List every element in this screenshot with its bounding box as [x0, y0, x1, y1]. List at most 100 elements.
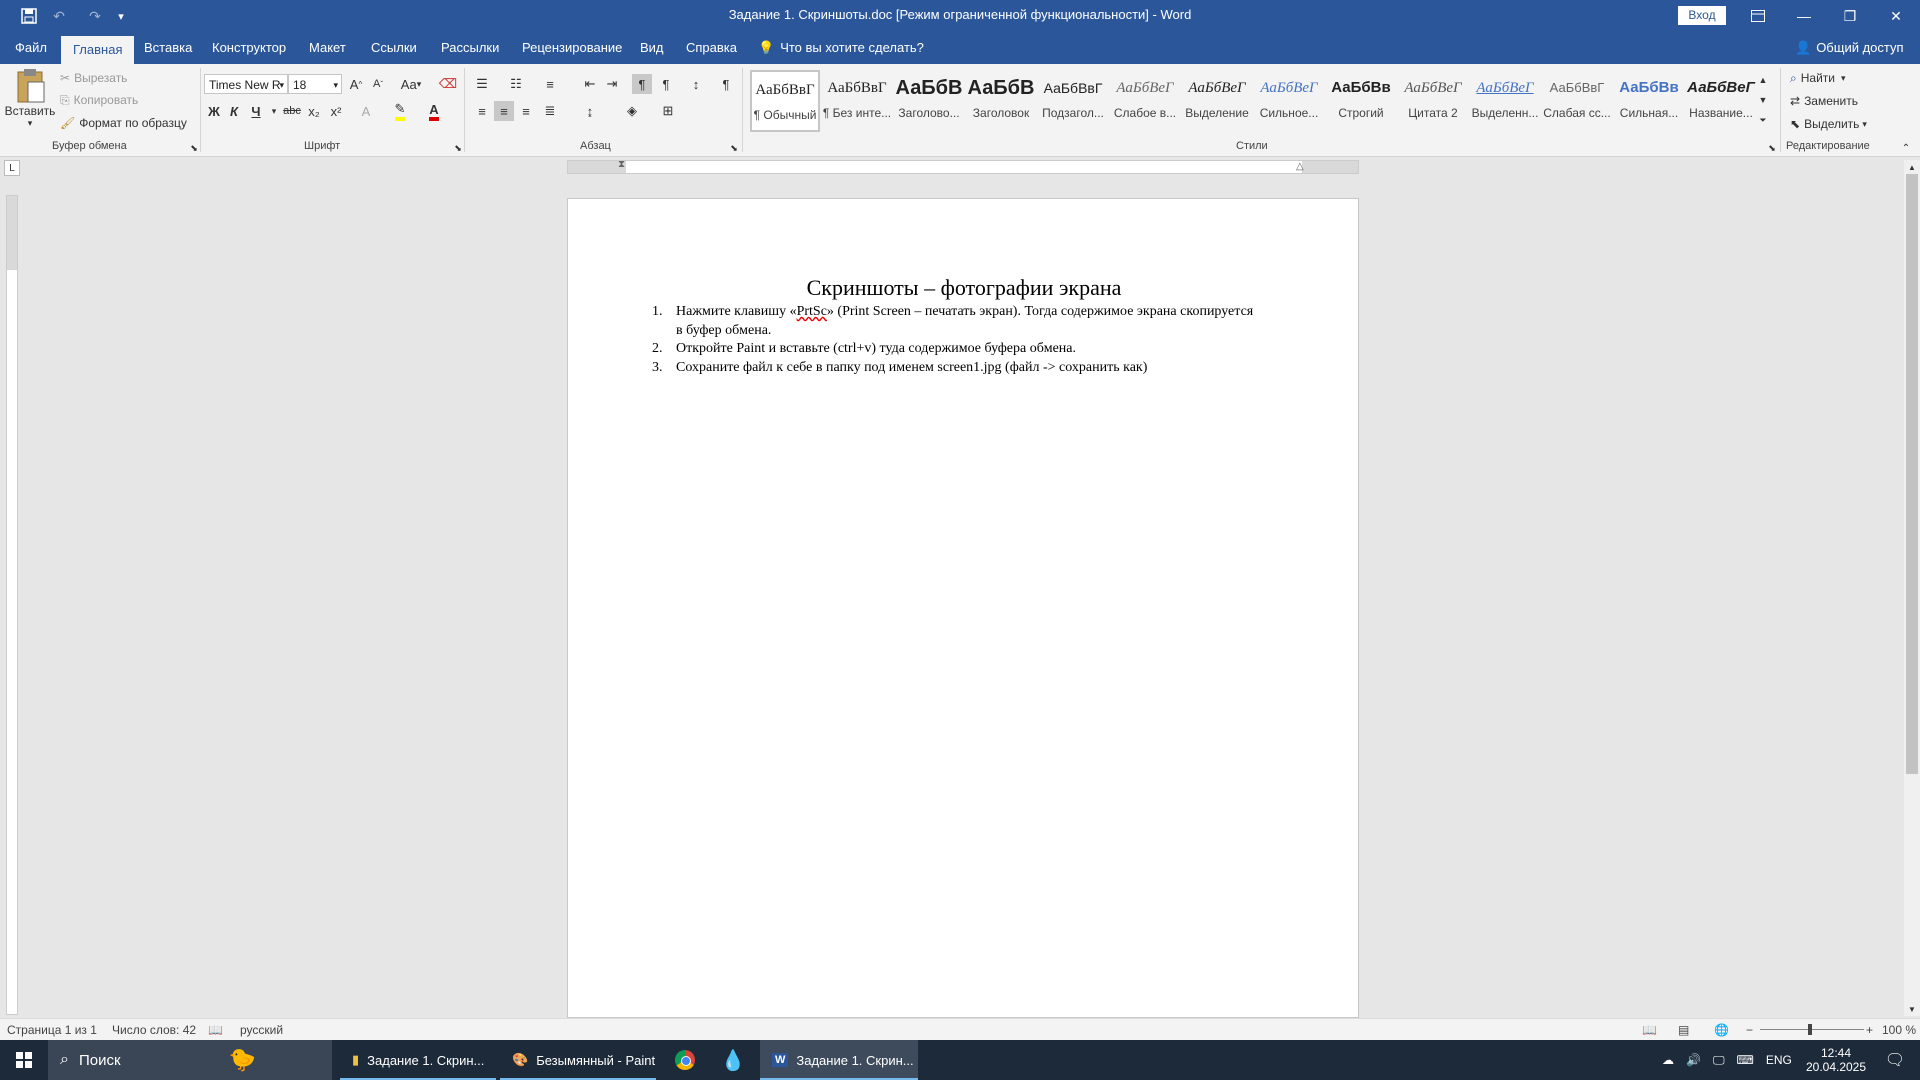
- font-size-combo[interactable]: 18 ▾: [288, 74, 342, 94]
- tab-insert[interactable]: Вставка: [132, 32, 204, 64]
- increase-indent-icon[interactable]: ⇥: [602, 74, 622, 94]
- multilevel-list-icon[interactable]: ≡: [540, 74, 560, 94]
- style-intense-reference[interactable]: АаБбВв Сильная...: [1614, 70, 1684, 132]
- subscript-button[interactable]: x₂: [304, 101, 324, 121]
- style-normal[interactable]: АаБбВвГ ¶ Обычный: [750, 70, 820, 132]
- style-emphasis[interactable]: АаБбВеГ Выделение: [1182, 70, 1252, 132]
- document-heading[interactable]: Скриншоты – фотографии экрана: [568, 275, 1360, 301]
- ribbon-display-icon[interactable]: [1735, 0, 1781, 32]
- show-marks-icon[interactable]: ¶: [716, 74, 736, 94]
- zoom-in-icon[interactable]: +: [1866, 1023, 1873, 1037]
- style-strong[interactable]: АаБбВв Строгий: [1326, 70, 1396, 132]
- monitor-icon[interactable]: 🖵: [1713, 1053, 1725, 1068]
- tab-stop-selector-icon[interactable]: L: [4, 160, 20, 176]
- style-intense-quote[interactable]: АаБбВеГ Выделенн...: [1470, 70, 1540, 132]
- taskbar-app-paint[interactable]: 🎨 Безымянный - Paint: [500, 1040, 656, 1080]
- borders-icon[interactable]: ⊞: [658, 101, 678, 121]
- page-count[interactable]: Страница 1 из 1: [7, 1023, 97, 1037]
- style-title[interactable]: АаБбВ Заголовок: [966, 70, 1036, 132]
- rtl-direction-icon[interactable]: ¶: [656, 74, 676, 94]
- find-button[interactable]: ⌕ Найти ▾: [1790, 68, 1846, 88]
- paste-button[interactable]: Вставить ▾: [5, 68, 55, 140]
- scroll-up-icon[interactable]: ▲: [1904, 160, 1920, 174]
- taskbar-search[interactable]: ⌕ Поиск 🐤: [48, 1040, 332, 1080]
- horizontal-ruler[interactable]: ⧗ △: [567, 159, 1359, 174]
- taskbar-app-word[interactable]: W Задание 1. Скрин...: [760, 1040, 918, 1080]
- styles-launcher-icon[interactable]: ⬊: [1762, 138, 1782, 158]
- style-book-title[interactable]: АаБбВеГ Название...: [1686, 70, 1756, 132]
- font-color-icon[interactable]: A: [424, 101, 444, 121]
- language-indicator[interactable]: русский: [240, 1023, 283, 1037]
- zoom-slider-thumb[interactable]: [1808, 1024, 1812, 1035]
- sort-icon[interactable]: ↕: [686, 74, 706, 94]
- styles-more-icon[interactable]: ⏷: [1756, 110, 1770, 130]
- tab-layout[interactable]: Макет: [297, 32, 358, 64]
- tab-file[interactable]: Файл: [3, 32, 59, 64]
- select-button[interactable]: ⬉ Выделить ▾: [1790, 114, 1867, 134]
- styles-scroll-up-icon[interactable]: ▲: [1756, 70, 1770, 90]
- misspelled-word[interactable]: PrtSc: [797, 304, 827, 319]
- style-quote[interactable]: АаБбВеГ Цитата 2: [1398, 70, 1468, 132]
- taskbar-app-chrome[interactable]: [664, 1040, 706, 1080]
- minimize-icon[interactable]: —: [1781, 0, 1827, 32]
- indent-marker-icon[interactable]: ⧗: [618, 159, 625, 170]
- windows-start-icon[interactable]: [10, 1040, 38, 1080]
- word-count[interactable]: Число слов: 42: [112, 1023, 196, 1037]
- numbered-list[interactable]: 1. Нажмите клавишу «PrtSc» (Print Screen…: [652, 303, 1256, 377]
- superscript-button[interactable]: x²: [326, 101, 346, 121]
- read-mode-icon[interactable]: 📖: [1642, 1023, 1657, 1037]
- grow-font-icon[interactable]: A ^: [346, 74, 366, 94]
- share-button[interactable]: 👤 Общий доступ: [1795, 32, 1904, 64]
- clipboard-launcher-icon[interactable]: ⬊: [184, 138, 204, 158]
- bullets-icon[interactable]: ☰: [472, 74, 492, 94]
- tab-help[interactable]: Справка: [674, 32, 749, 64]
- scroll-thumb[interactable]: [1906, 174, 1918, 774]
- align-left-icon[interactable]: ≡: [472, 101, 492, 121]
- style-intense-emphasis[interactable]: АаБбВеГ Сильное...: [1254, 70, 1324, 132]
- tell-me-search[interactable]: 💡 Что вы хотите сделать?: [758, 32, 924, 64]
- tab-mailings[interactable]: Рассылки: [429, 32, 511, 64]
- strikethrough-button[interactable]: abc: [282, 101, 302, 121]
- shading-icon[interactable]: ◈: [622, 101, 642, 121]
- restore-icon[interactable]: ❐: [1827, 0, 1873, 32]
- format-painter-button[interactable]: 🖌 Формат по образцу: [60, 113, 187, 133]
- notifications-icon[interactable]: 🗨: [1880, 1040, 1910, 1080]
- collapse-ribbon-icon[interactable]: ⌃: [1896, 138, 1916, 158]
- text-effects-icon[interactable]: A: [356, 101, 376, 121]
- paragraph-launcher-icon[interactable]: ⬊: [724, 138, 744, 158]
- change-case-button[interactable]: Aa ▾: [396, 74, 426, 94]
- tab-references[interactable]: Ссылки: [359, 32, 429, 64]
- zoom-slider[interactable]: [1760, 1029, 1864, 1030]
- scroll-down-icon[interactable]: ▼: [1904, 1002, 1920, 1016]
- vertical-ruler[interactable]: [6, 195, 18, 1015]
- align-center-icon[interactable]: ≡: [494, 101, 514, 121]
- volume-icon[interactable]: 🔊: [1686, 1053, 1701, 1067]
- italic-button[interactable]: К: [224, 101, 244, 121]
- tab-design[interactable]: Конструктор: [200, 32, 298, 64]
- styles-scroll-down-icon[interactable]: ▼: [1756, 90, 1770, 110]
- input-language[interactable]: ENG: [1766, 1053, 1792, 1067]
- tab-home[interactable]: Главная: [61, 36, 135, 64]
- print-layout-icon[interactable]: ▤: [1678, 1023, 1689, 1037]
- taskbar-app-explorer[interactable]: ▮ Задание 1. Скрин...: [340, 1040, 496, 1080]
- highlight-icon[interactable]: ✎: [390, 101, 410, 121]
- ltr-direction-icon[interactable]: ¶: [632, 74, 652, 94]
- bold-button[interactable]: Ж: [204, 101, 224, 121]
- web-layout-icon[interactable]: 🌐: [1714, 1023, 1729, 1037]
- align-right-icon[interactable]: ≡: [516, 101, 536, 121]
- list-item[interactable]: 2. Откройте Paint и вставьте (ctrl+v) ту…: [652, 340, 1256, 359]
- underline-dropdown-icon[interactable]: ▾: [264, 101, 284, 121]
- underline-button[interactable]: Ч: [246, 101, 266, 121]
- replace-button[interactable]: ⇄ Заменить: [1790, 91, 1858, 111]
- style-subtitle[interactable]: АаБбВвГ Подзагол...: [1038, 70, 1108, 132]
- numbering-icon[interactable]: ☷: [506, 74, 526, 94]
- style-subtle-reference[interactable]: АаБбВвГ Слабая сс...: [1542, 70, 1612, 132]
- style-heading-1[interactable]: АаБбВ Заголово...: [894, 70, 964, 132]
- style-subtle-emphasis[interactable]: АаБбВеГ Слабое в...: [1110, 70, 1180, 132]
- tab-review[interactable]: Рецензирование: [510, 32, 634, 64]
- keyboard-icon[interactable]: ⌨: [1737, 1053, 1754, 1067]
- taskbar-app-drop[interactable]: 💧: [712, 1040, 754, 1080]
- close-icon[interactable]: ✕: [1873, 0, 1919, 32]
- proofing-icon[interactable]: 📖: [208, 1023, 223, 1037]
- font-name-combo[interactable]: Times New R ▾: [204, 74, 288, 94]
